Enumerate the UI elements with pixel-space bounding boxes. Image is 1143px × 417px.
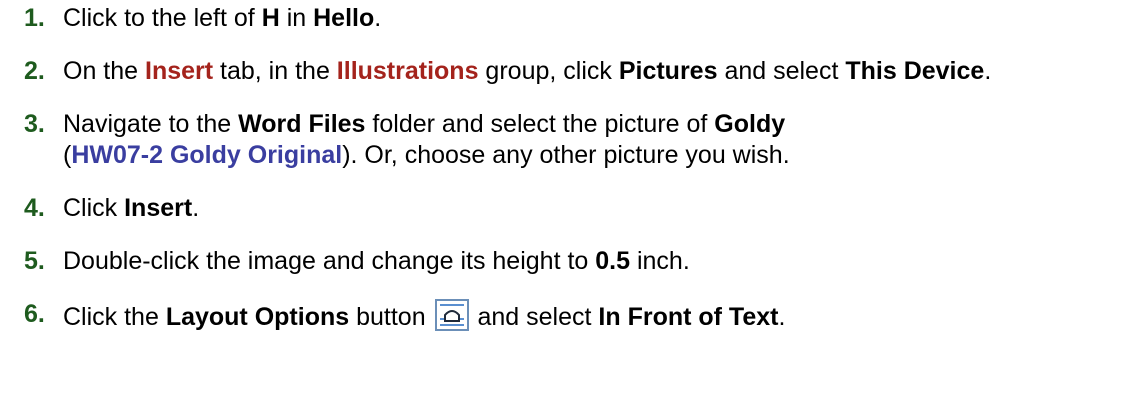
key-word: Hello (313, 4, 375, 32)
folder-name: Word Files (238, 110, 366, 138)
step-2: 2. On the Insert tab, in the Illustratio… (24, 56, 1139, 87)
step-number: 6. (24, 300, 45, 328)
step-number: 2. (24, 57, 45, 85)
file-name: HW07-2 Goldy Original (71, 141, 343, 169)
step-text: and select (470, 303, 599, 331)
layout-options-icon (434, 299, 469, 331)
step-text: . (192, 194, 200, 222)
ribbon-tab-name: Insert (145, 57, 214, 85)
instruction-steps: 1. Click to the left of H in Hello. 2. O… (24, 3, 1139, 333)
step-text: folder and select the picture of (365, 110, 715, 138)
step-number: 1. (24, 4, 45, 32)
step-text: Click (63, 194, 125, 222)
step-number: 5. (24, 247, 45, 275)
step-text: in (279, 4, 314, 32)
command-name: Layout Options (165, 303, 350, 331)
step-text: On the (63, 57, 145, 85)
step-text: and select (717, 57, 846, 85)
step-text: group, click (478, 57, 619, 85)
command-name: Pictures (618, 57, 718, 85)
step-text: ). Or, choose any other picture you wish… (342, 141, 790, 169)
step-text: . (984, 57, 992, 85)
step-number: 3. (24, 110, 45, 138)
option-name: This Device (845, 57, 985, 85)
step-text: tab, in the (213, 57, 337, 85)
step-3: 3. Navigate to the Word Files folder and… (24, 109, 1139, 171)
step-5: 5. Double-click the image and change its… (24, 246, 1139, 277)
step-text: Click to the left of (63, 4, 262, 32)
step-4: 4. Click Insert. (24, 193, 1139, 224)
step-text: Navigate to the (63, 110, 239, 138)
option-name: In Front of Text (598, 303, 779, 331)
step-text: button (349, 303, 433, 331)
command-name: Insert (124, 194, 193, 222)
step-6: 6. Click the Layout Options button and s… (24, 299, 1139, 333)
step-text: . (778, 303, 786, 331)
ribbon-group-name: Illustrations (336, 57, 479, 85)
step-text: inch. (630, 247, 690, 275)
step-1: 1. Click to the left of H in Hello. (24, 3, 1139, 34)
step-number: 4. (24, 194, 45, 222)
key-letter: H (261, 4, 280, 32)
step-text: Double-click the image and change its he… (63, 247, 596, 275)
step-text: . (374, 4, 382, 32)
step-text: Click the (63, 303, 166, 331)
picture-name: Goldy (714, 110, 786, 138)
height-value: 0.5 (595, 247, 631, 275)
